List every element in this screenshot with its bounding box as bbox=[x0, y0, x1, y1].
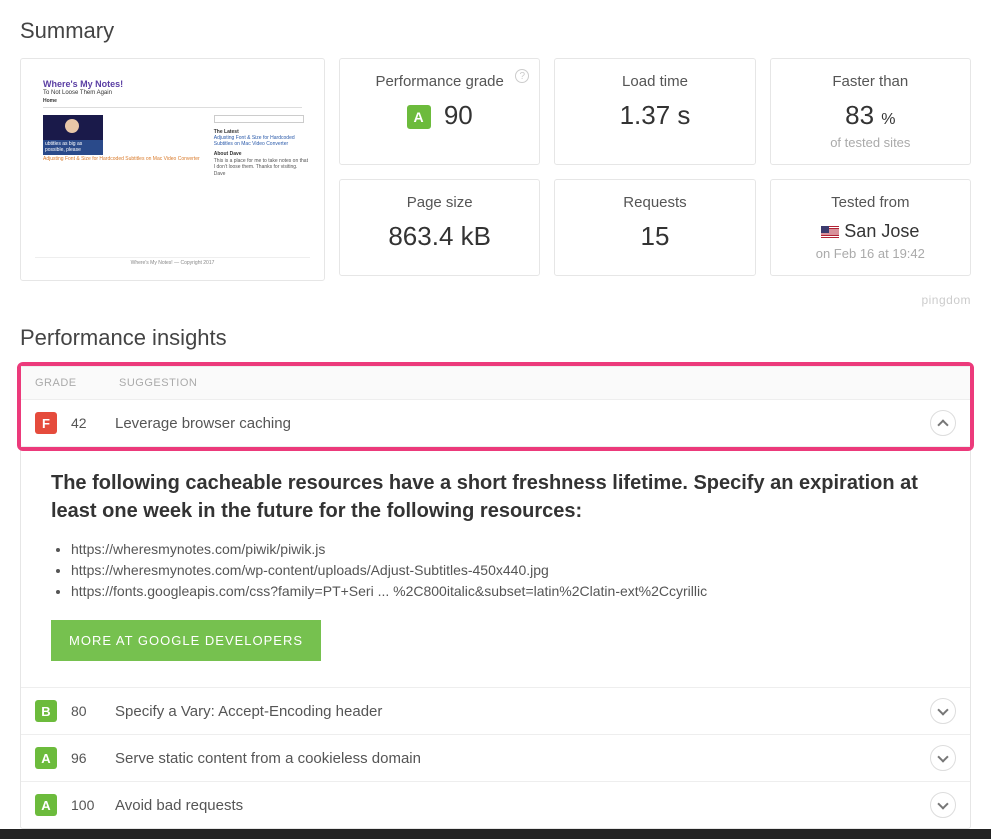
detail-resource-list: https://wheresmynotes.com/piwik/piwik.js… bbox=[71, 539, 940, 602]
insight-text: Specify a Vary: Accept-Encoding header bbox=[115, 703, 930, 720]
tested-from-location: San Jose bbox=[844, 221, 919, 241]
insight-row[interactable]: A 96 Serve static content from a cookiel… bbox=[21, 735, 970, 782]
tested-from-timestamp: on Feb 16 at 19:42 bbox=[779, 246, 962, 261]
perf-grade-card: ? Performance grade A 90 bbox=[339, 58, 540, 165]
bottom-strip bbox=[0, 829, 991, 839]
page-size-value: 863.4 kB bbox=[348, 221, 531, 252]
insight-score: 42 bbox=[71, 415, 115, 431]
faster-than-label: Faster than bbox=[779, 73, 962, 90]
page-size-card: Page size 863.4 kB bbox=[339, 179, 540, 276]
chevron-up-icon bbox=[937, 419, 948, 430]
thumb-about-signoff: Dave bbox=[214, 171, 310, 177]
faster-than-value: 83 bbox=[845, 100, 874, 130]
expand-button[interactable] bbox=[930, 745, 956, 771]
requests-card: Requests 15 bbox=[554, 179, 755, 276]
insights-table: GRADE SUGGESTION F 42 Leverage browser c… bbox=[20, 365, 971, 829]
insight-grade-badge: A bbox=[35, 794, 57, 816]
detail-heading: The following cacheable resources have a… bbox=[51, 469, 940, 525]
perf-grade-score: 90 bbox=[444, 100, 473, 130]
thumb-article-image: ubtitles as big as possible, please bbox=[43, 115, 103, 155]
insight-score: 96 bbox=[71, 750, 115, 766]
chevron-down-icon bbox=[937, 751, 948, 762]
col-suggestion-header: SUGGESTION bbox=[119, 377, 956, 389]
insight-grade-badge: F bbox=[35, 412, 57, 434]
insight-row[interactable]: F 42 Leverage browser caching bbox=[21, 400, 970, 447]
thumb-about-text: This is a place for me to take notes on … bbox=[214, 158, 310, 170]
faster-than-unit: % bbox=[881, 111, 895, 128]
col-grade-header: GRADE bbox=[35, 377, 119, 389]
faster-than-card: Faster than 83 % of tested sites bbox=[770, 58, 971, 165]
insight-row[interactable]: B 80 Specify a Vary: Accept-Encoding hea… bbox=[21, 688, 970, 735]
thumb-search-box bbox=[214, 115, 304, 123]
resource-item: https://wheresmynotes.com/wp-content/upl… bbox=[71, 560, 940, 581]
thumb-latest-link: Adjusting Font & Size for Hardcoded Subt… bbox=[214, 136, 310, 147]
thumb-article-link: Adjusting Font & Size for Hardcoded Subt… bbox=[43, 157, 214, 163]
thumb-site-title: Where's My Notes! bbox=[43, 79, 310, 89]
load-time-card: Load time 1.37 s bbox=[554, 58, 755, 165]
collapse-button[interactable] bbox=[930, 410, 956, 436]
load-time-label: Load time bbox=[563, 73, 746, 90]
page-size-label: Page size bbox=[348, 194, 531, 211]
tested-from-label: Tested from bbox=[779, 194, 962, 211]
pingdom-brand: pingdom bbox=[20, 293, 971, 307]
us-flag-icon bbox=[821, 226, 839, 238]
load-time-value: 1.37 s bbox=[563, 100, 746, 131]
thumb-nav-home: Home bbox=[43, 98, 310, 104]
insight-text: Leverage browser caching bbox=[115, 415, 930, 432]
perf-grade-badge: A bbox=[407, 105, 431, 129]
summary-heading: Summary bbox=[20, 18, 971, 44]
expand-button[interactable] bbox=[930, 792, 956, 818]
insight-grade-badge: A bbox=[35, 747, 57, 769]
insight-text: Avoid bad requests bbox=[115, 797, 930, 814]
thumb-about-heading: About Dave bbox=[214, 151, 310, 157]
highlighted-insight: GRADE SUGGESTION F 42 Leverage browser c… bbox=[17, 362, 974, 451]
resource-item: https://fonts.googleapis.com/css?family=… bbox=[71, 581, 940, 602]
expand-button[interactable] bbox=[930, 698, 956, 724]
insight-score: 100 bbox=[71, 797, 115, 813]
insight-grade-badge: B bbox=[35, 700, 57, 722]
thumb-tagline: To Not Loose Them Again bbox=[43, 90, 310, 96]
requests-label: Requests bbox=[563, 194, 746, 211]
more-developers-button[interactable]: MORE AT GOOGLE DEVELOPERS bbox=[51, 620, 321, 661]
thumb-footer: Where's My Notes! — Copyright 2017 bbox=[35, 257, 310, 266]
insight-detail-panel: The following cacheable resources have a… bbox=[21, 447, 970, 688]
chevron-down-icon bbox=[937, 798, 948, 809]
chevron-down-icon bbox=[937, 704, 948, 715]
resource-item: https://wheresmynotes.com/piwik/piwik.js bbox=[71, 539, 940, 560]
requests-value: 15 bbox=[563, 221, 746, 252]
perf-grade-label: Performance grade bbox=[348, 73, 531, 90]
faster-than-sub: of tested sites bbox=[779, 135, 962, 150]
tested-from-card: Tested from San Jose on Feb 16 at 19:42 bbox=[770, 179, 971, 276]
insights-heading: Performance insights bbox=[20, 325, 971, 351]
site-thumbnail: Where's My Notes! To Not Loose Them Agai… bbox=[20, 58, 325, 281]
insight-text: Serve static content from a cookieless d… bbox=[115, 750, 930, 767]
insight-score: 80 bbox=[71, 703, 115, 719]
